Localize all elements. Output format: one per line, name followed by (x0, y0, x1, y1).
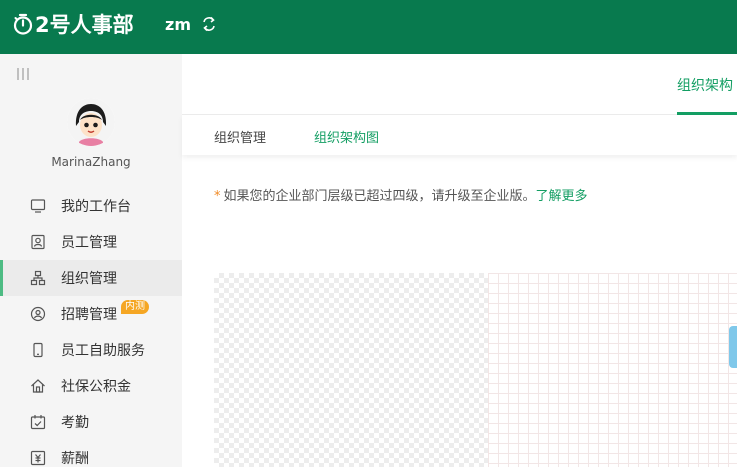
user-avatar-icon (67, 98, 115, 146)
sidebar-item-attendance[interactable]: 考勤 (0, 404, 182, 440)
avatar[interactable] (67, 98, 115, 146)
phone-icon (33, 342, 43, 358)
switch-org-icon[interactable] (200, 15, 218, 33)
company-name[interactable]: zm (165, 15, 191, 34)
sidebar-item-salary[interactable]: 薪酬 (0, 440, 182, 467)
calendar-check-icon (30, 415, 46, 430)
recruit-icon (30, 306, 46, 322)
stopwatch-icon (13, 13, 33, 35)
username: MarinaZhang (51, 155, 131, 169)
sidebar-item-label: 我的工作台 (61, 199, 131, 215)
main-content: 组织架构 组织管理 组织架构图 * 如果您的企业部门层级已超过四级，请升级至企业版… (182, 54, 737, 467)
sidebar-item-self-service[interactable]: 员工自助服务 (0, 332, 182, 368)
sidebar-item-label: 考勤 (61, 415, 89, 431)
notice-asterisk: * (214, 189, 221, 204)
app-header: 2号人事部 zm (0, 0, 737, 54)
sidebar-item-social-security[interactable]: 社保公积金 (0, 368, 182, 404)
sidebar-item-employees[interactable]: 员工管理 (0, 224, 182, 260)
tab-org-structure[interactable]: 组织架构 (677, 75, 733, 95)
top-tabs: 组织架构 (182, 54, 737, 115)
sidebar-item-label: 社保公积金 (61, 379, 131, 395)
canvas-grid (488, 273, 737, 467)
canvas-transparent-area (214, 273, 488, 467)
beta-badge: 内测 (121, 300, 149, 314)
tab-org-chart[interactable]: 组织架构图 (314, 127, 379, 146)
app-logo[interactable]: 2号人事部 (12, 9, 134, 39)
tab-org-management[interactable]: 组织管理 (214, 127, 266, 146)
upgrade-notice: * 如果您的企业部门层级已超过四级，请升级至企业版。了解更多 (214, 185, 588, 204)
sidebar-item-organization[interactable]: 组织管理 (0, 260, 182, 296)
sidebar-item-label: 组织管理 (61, 271, 117, 287)
org-chart-canvas[interactable] (214, 273, 737, 467)
sidebar-item-label: 薪酬 (61, 451, 89, 467)
sidebar-item-label: 员工自助服务 (61, 343, 145, 359)
side-panel-handle[interactable] (729, 326, 737, 368)
learn-more-link[interactable]: 了解更多 (536, 189, 588, 204)
salary-icon (30, 450, 46, 466)
notice-text: 如果您的企业部门层级已超过四级，请升级至企业版。 (223, 189, 536, 204)
monitor-icon (30, 199, 46, 213)
house-icon (31, 379, 45, 393)
org-tree-icon (30, 270, 46, 286)
sidebar-item-recruitment[interactable]: 招聘管理 内测 (0, 296, 182, 332)
logo-text: 2号人事部 (35, 13, 134, 37)
sidebar-item-label: 招聘管理 (61, 307, 117, 323)
sidebar-item-workbench[interactable]: 我的工作台 (0, 188, 182, 224)
sidebar: MarinaZhang 我的工作台 员工管理 组织管理 招聘管理 内测 员工自助… (0, 54, 182, 467)
sub-tabs: 组织管理 组织架构图 (182, 115, 737, 155)
sidebar-item-label: 员工管理 (61, 235, 117, 251)
id-card-icon (31, 234, 45, 250)
sidebar-nav: 我的工作台 员工管理 组织管理 招聘管理 内测 员工自助服务 社保公积金 考勤 … (0, 188, 182, 467)
menu-collapse-icon[interactable] (16, 67, 30, 81)
